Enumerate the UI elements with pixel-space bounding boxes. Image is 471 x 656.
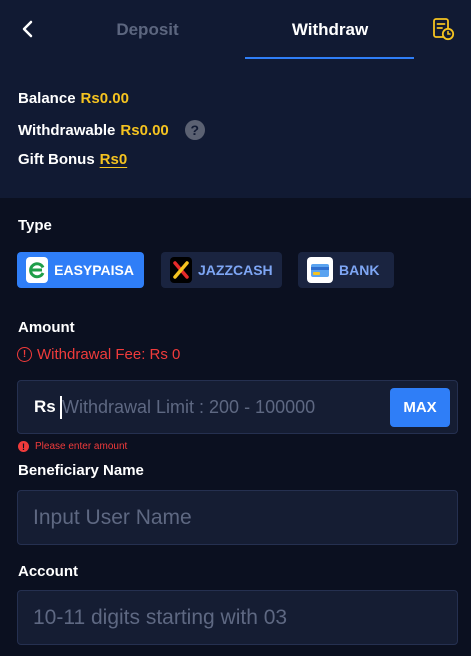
tab-withdraw[interactable]: Withdraw [245,0,415,60]
beneficiary-label: Beneficiary Name [18,462,144,479]
method-easypaisa[interactable]: EASYPAISA [17,252,144,288]
balance-value: Rs0.00 [80,90,129,107]
account-number-input[interactable] [17,590,458,645]
jazzcash-logo-icon [170,257,192,283]
amount-label: Amount [18,319,75,336]
amount-error: ! Please enter amount [18,441,127,452]
help-icon[interactable]: ? [184,120,205,140]
tab-deposit[interactable]: Deposit [60,0,235,60]
method-bank[interactable]: BANK [298,252,394,288]
amount-error-text: Please enter amount [35,441,128,452]
account-label: Account [18,563,78,580]
gift-bonus-label: Gift Bonus [18,151,95,168]
gift-bonus-value[interactable]: Rs0 [100,151,128,168]
balance-row: Balance Rs0.00 [18,90,129,107]
currency-symbol: Rs [34,397,56,416]
active-tab-indicator [245,57,414,59]
records-button[interactable] [431,17,455,41]
gift-bonus-row: Gift Bonus Rs0 [18,151,127,168]
withdrawable-value: Rs0.00 [120,121,169,139]
withdrawable-row: Withdrawable Rs0.00 ? [18,120,205,140]
method-label: BANK [339,262,380,278]
balance-panel: Balance Rs0.00 Withdrawable Rs0.00 ? Gif… [0,60,471,198]
max-button[interactable]: MAX [390,388,450,427]
balance-label: Balance [18,90,76,107]
error-icon: ! [18,441,29,452]
top-nav: Deposit Withdraw [0,0,471,60]
withdrawal-fee-text: Withdrawal Fee: Rs 0 [37,346,181,363]
chevron-left-icon [22,20,33,38]
records-clock-icon [433,18,455,41]
method-label: EASYPAISA [54,262,134,278]
back-button[interactable] [14,16,40,42]
bank-card-icon [307,257,333,283]
method-label: JAZZCASH [198,262,273,278]
withdrawable-label: Withdrawable [18,121,116,139]
withdrawal-fee-notice: ! Withdrawal Fee: Rs 0 [17,346,180,363]
method-jazzcash[interactable]: JAZZCASH [161,252,282,288]
beneficiary-name-input[interactable] [17,490,458,545]
alert-icon: ! [17,347,32,362]
amount-field: Rs MAX [17,380,458,434]
type-label: Type [18,217,52,234]
amount-input[interactable] [62,389,382,425]
easypaisa-logo-icon [26,257,49,283]
